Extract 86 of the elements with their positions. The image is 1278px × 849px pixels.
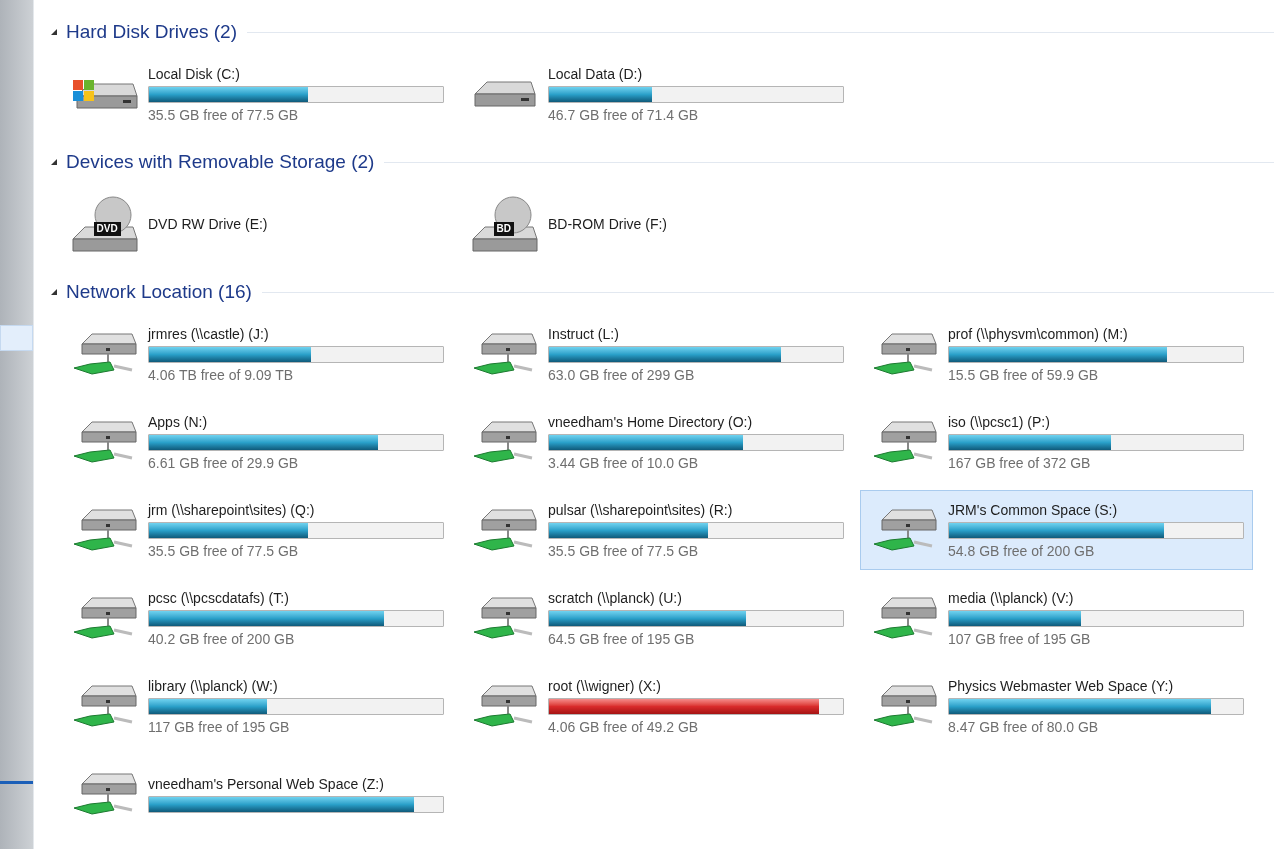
disc-drive-icon: [471, 196, 538, 252]
network-drive-icon: [872, 509, 937, 551]
collapse-triangle-icon: [50, 158, 58, 166]
drive-name: media (\\planck) (V:): [948, 588, 1075, 607]
network-drive-icon: [72, 597, 137, 639]
free-space-text: 63.0 GB free of 299 GB: [548, 365, 696, 384]
drive-name: pulsar (\\sharepoint\sites) (R:): [548, 500, 734, 519]
network-drive-icon: [472, 685, 537, 727]
free-space-text: 35.5 GB free of 77.5 GB: [148, 541, 300, 560]
disc-drive-icon: [71, 196, 138, 252]
drive-item[interactable]: pcsc (\\pcscdatafs) (T:) 40.2 GB free of 200 GB: [60, 578, 453, 658]
network-drive-icon: [72, 333, 137, 375]
drive-item[interactable]: jrmres (\\castle) (J:) 4.06 TB free of 9.09 TB: [60, 314, 453, 394]
drive-name: Instruct (L:): [548, 324, 620, 343]
free-space-text: 6.61 GB free of 29.9 GB: [148, 453, 300, 472]
drive-name: JRM's Common Space (S:): [948, 500, 1119, 519]
drive-item[interactable]: prof (\\physvm\common) (M:) 15.5 GB free of 59.9 GB: [860, 314, 1253, 394]
drive-item[interactable]: Local Data (D:) 46.7 GB free of 71.4 GB: [460, 54, 853, 134]
windows-drive-icon: [71, 79, 138, 109]
drive-name: Local Disk (C:): [148, 64, 241, 83]
free-space-text: 35.5 GB free of 77.5 GB: [148, 105, 300, 124]
group-header[interactable]: Network Location (16): [50, 280, 252, 304]
network-drive-icon: [872, 421, 937, 463]
drive-item[interactable]: pulsar (\\sharepoint\sites) (R:) 35.5 GB free of 77.5 GB: [460, 490, 853, 570]
disc-label: DVD: [93, 222, 121, 236]
free-space-text: 107 GB free of 195 GB: [948, 629, 1092, 648]
network-drive-icon: [872, 685, 937, 727]
free-space-text: 4.06 TB free of 9.09 TB: [148, 365, 295, 384]
drive-name: vneedham's Personal Web Space (Z:): [148, 775, 385, 793]
drive-name: iso (\\pcsc1) (P:): [948, 412, 1051, 431]
drive-name: jrm (\\sharepoint\sites) (Q:): [148, 500, 316, 519]
drive-item[interactable]: BD BD-ROM Drive (F:): [460, 184, 853, 264]
hard-drive-icon: [473, 81, 536, 107]
free-space-text: 35.5 GB free of 77.5 GB: [548, 541, 700, 560]
drive-item[interactable]: JRM's Common Space (S:) 54.8 GB free of 200 GB: [860, 490, 1253, 570]
network-drive-icon: [472, 509, 537, 551]
drive-name: Apps (N:): [148, 412, 209, 431]
collapse-triangle-icon: [50, 28, 58, 36]
drive-item[interactable]: jrm (\\sharepoint\sites) (Q:) 35.5 GB free of 77.5 GB: [60, 490, 453, 570]
drive-name: prof (\\physvm\common) (M:): [948, 324, 1129, 343]
drive-name: scratch (\\planck) (U:): [548, 588, 683, 607]
network-drive-icon: [72, 421, 137, 463]
network-drive-icon: [872, 597, 937, 639]
drive-name: BD-ROM Drive (F:): [548, 215, 668, 233]
drive-item[interactable]: scratch (\\planck) (U:) 64.5 GB free of 195 GB: [460, 578, 853, 658]
network-drive-icon: [872, 333, 937, 375]
disc-label: BD: [493, 222, 514, 236]
drive-item[interactable]: library (\\planck) (W:) 117 GB free of 195 GB: [60, 666, 453, 746]
drive-name: library (\\planck) (W:): [148, 676, 279, 695]
drive-item[interactable]: media (\\planck) (V:) 107 GB free of 195 GB: [860, 578, 1253, 658]
network-drive-icon: [72, 685, 137, 727]
group-header[interactable]: Hard Disk Drives (2): [50, 20, 238, 44]
free-space-text: 46.7 GB free of 71.4 GB: [548, 105, 700, 124]
group-header[interactable]: Devices with Removable Storage (2): [50, 150, 375, 174]
free-space-text: 8.47 GB free of 80.0 GB: [948, 717, 1100, 736]
free-space-text: 54.8 GB free of 200 GB: [948, 541, 1096, 560]
drive-name: Local Data (D:): [548, 64, 644, 83]
drive-item[interactable]: vneedham's Personal Web Space (Z:): [60, 754, 453, 834]
drive-item[interactable]: Instruct (L:) 63.0 GB free of 299 GB: [460, 314, 853, 394]
sidebar-item[interactable]: [0, 325, 33, 351]
drive-item[interactable]: vneedham's Home Directory (O:) 3.44 GB free of 10.0 GB: [460, 402, 853, 482]
drive-name: pcsc (\\pcscdatafs) (T:): [148, 588, 290, 607]
drive-item[interactable]: root (\\wigner) (X:) 4.06 GB free of 49.2 GB: [460, 666, 853, 746]
drive-name: Physics Webmaster Web Space (Y:): [948, 676, 1175, 695]
free-space-text: 4.06 GB free of 49.2 GB: [548, 717, 700, 736]
drive-item[interactable]: Local Disk (C:) 35.5 GB free of 77.5 GB: [60, 54, 453, 134]
free-space-text: 3.44 GB free of 10.0 GB: [548, 453, 700, 472]
network-drive-icon: [472, 421, 537, 463]
network-drive-icon: [472, 333, 537, 375]
drive-item[interactable]: iso (\\pcsc1) (P:) 167 GB free of 372 GB: [860, 402, 1253, 482]
drive-name: root (\\wigner) (X:): [548, 676, 662, 695]
network-drive-icon: [72, 509, 137, 551]
network-drive-icon: [472, 597, 537, 639]
collapse-triangle-icon: [50, 288, 58, 296]
drive-item[interactable]: Physics Webmaster Web Space (Y:) 8.47 GB free of 80.0 GB: [860, 666, 1253, 746]
free-space-text: 167 GB free of 372 GB: [948, 453, 1092, 472]
network-drive-icon: [72, 773, 137, 815]
drive-item[interactable]: DVD DVD RW Drive (E:): [60, 184, 453, 264]
free-space-text: 64.5 GB free of 195 GB: [548, 629, 696, 648]
drive-item[interactable]: Apps (N:) 6.61 GB free of 29.9 GB: [60, 402, 453, 482]
drive-name: vneedham's Home Directory (O:): [548, 412, 754, 431]
free-space-text: 40.2 GB free of 200 GB: [148, 629, 296, 648]
drive-name: DVD RW Drive (E:): [148, 215, 269, 233]
drive-name: jrmres (\\castle) (J:): [148, 324, 270, 343]
free-space-text: 15.5 GB free of 59.9 GB: [948, 365, 1100, 384]
free-space-text: 117 GB free of 195 GB: [148, 717, 291, 736]
